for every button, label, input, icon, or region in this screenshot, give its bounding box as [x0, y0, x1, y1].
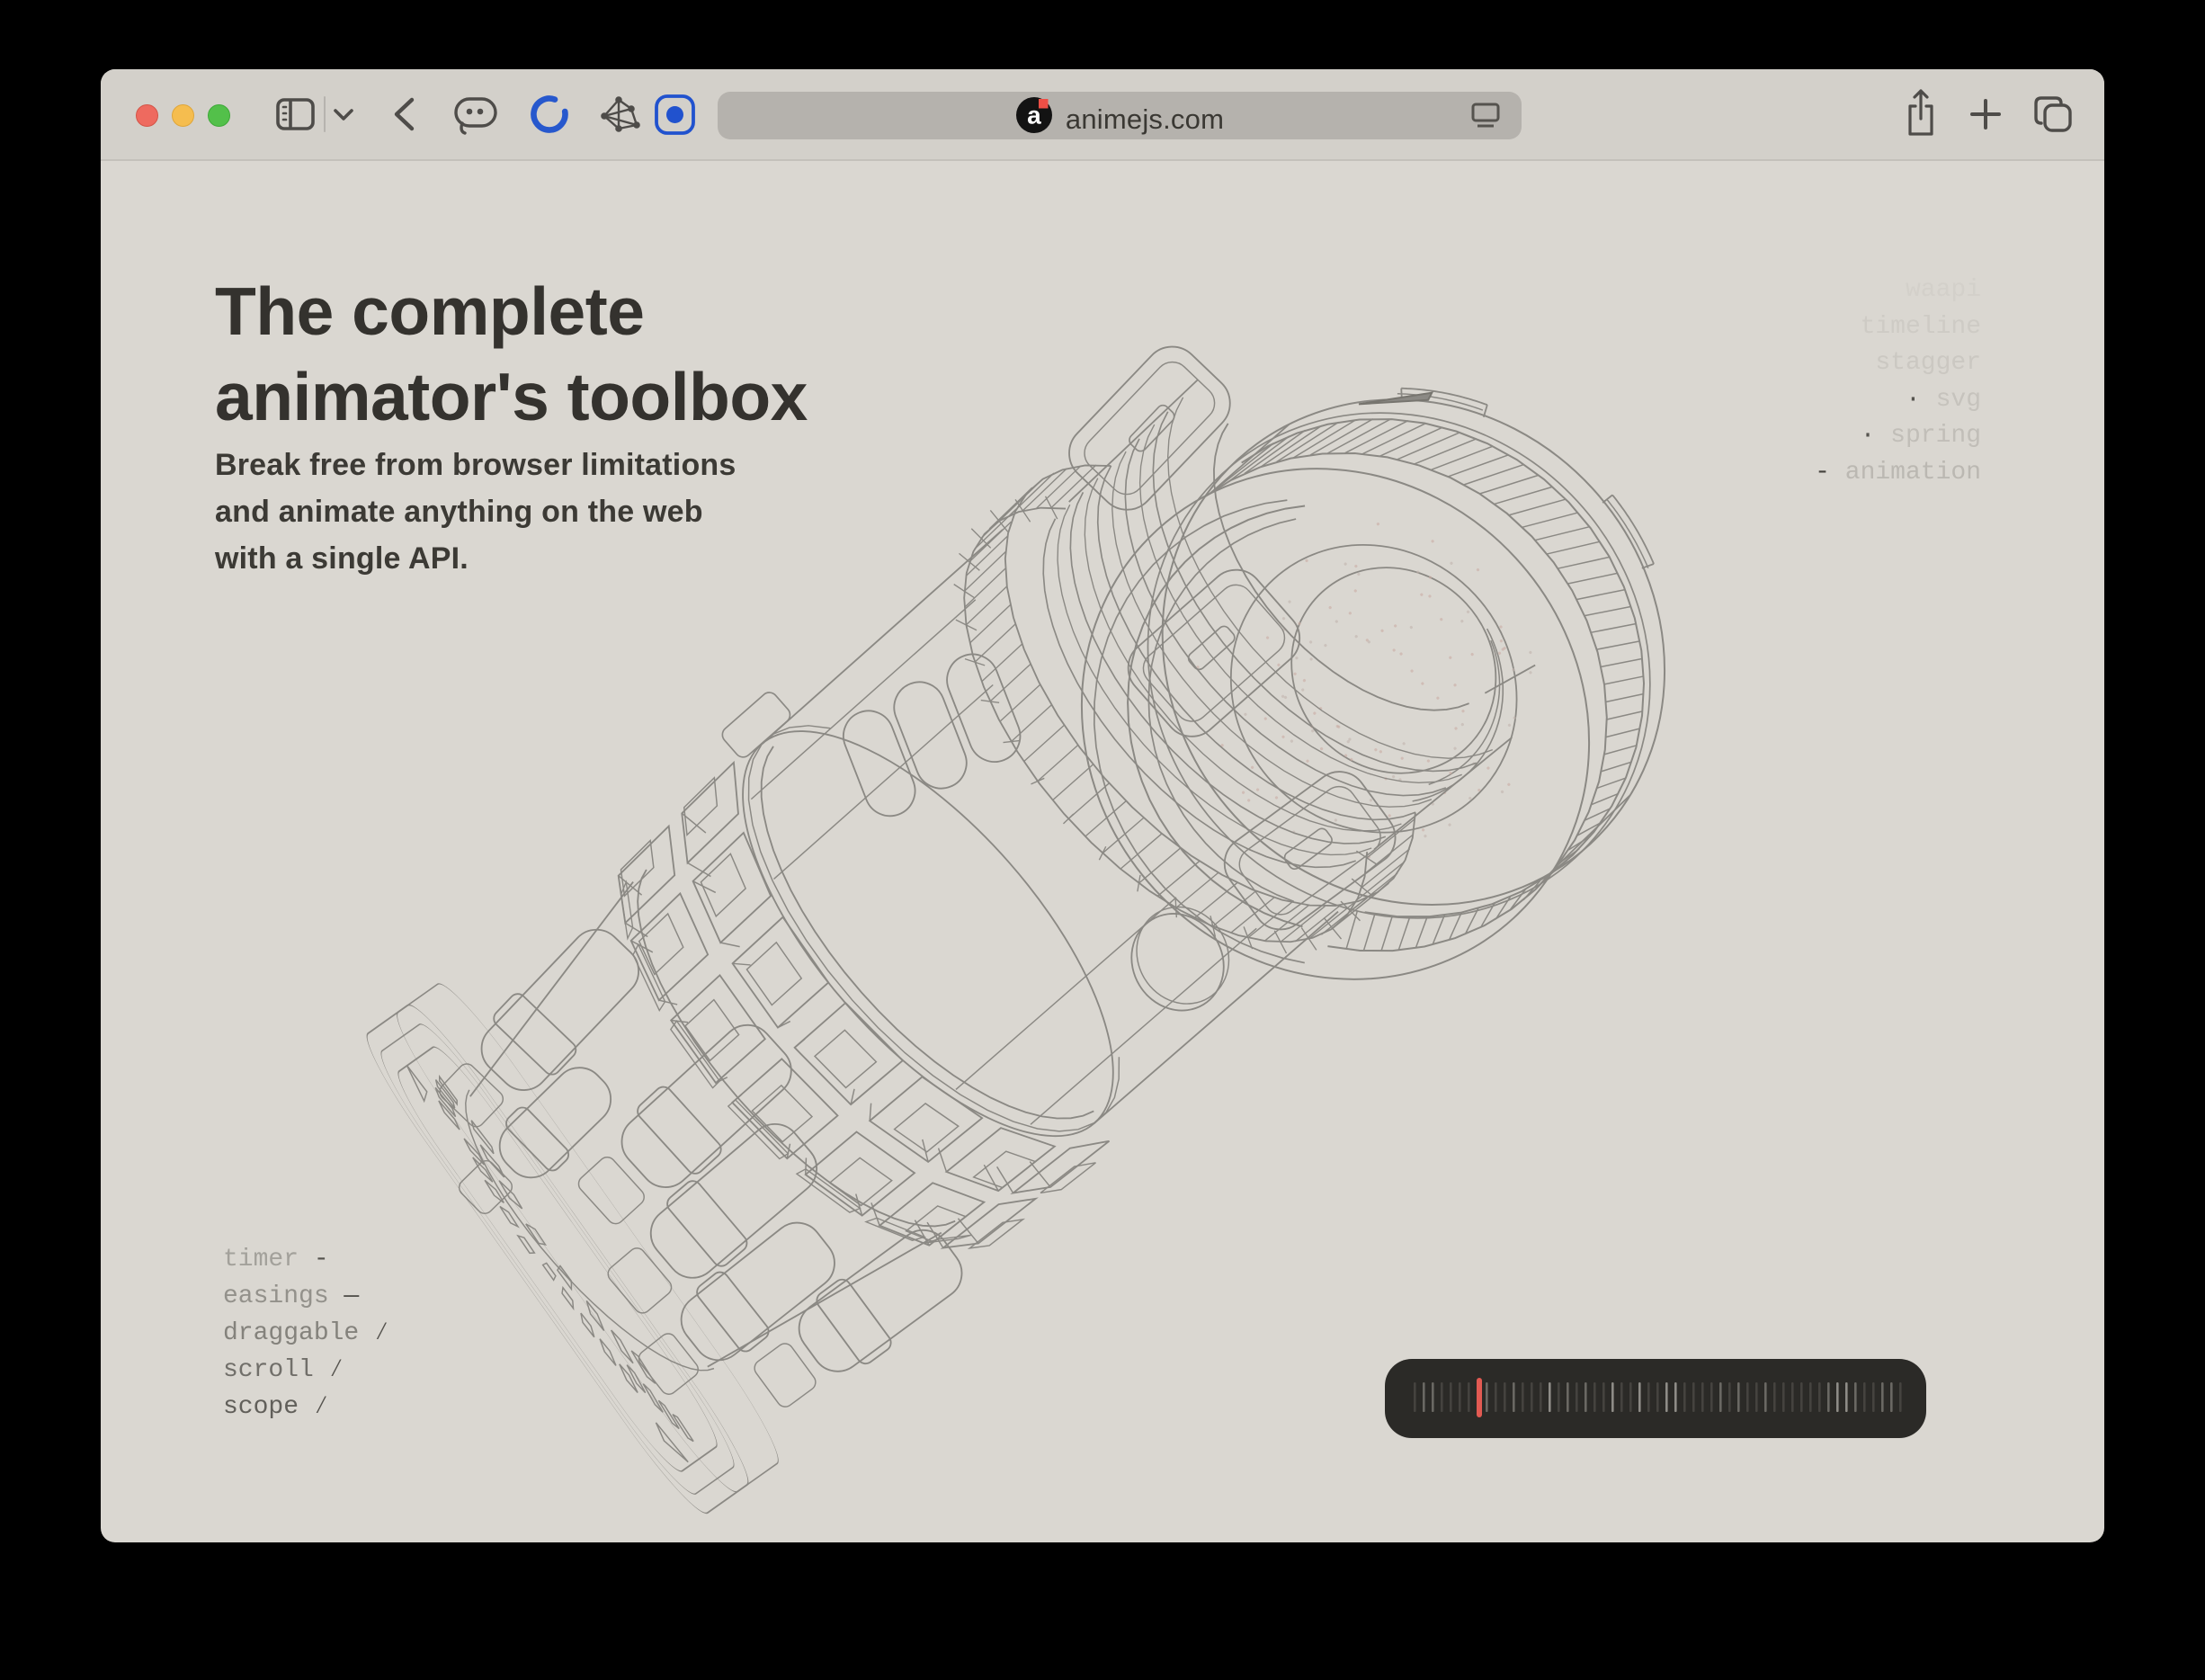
svg-text:a: a: [1027, 102, 1041, 130]
